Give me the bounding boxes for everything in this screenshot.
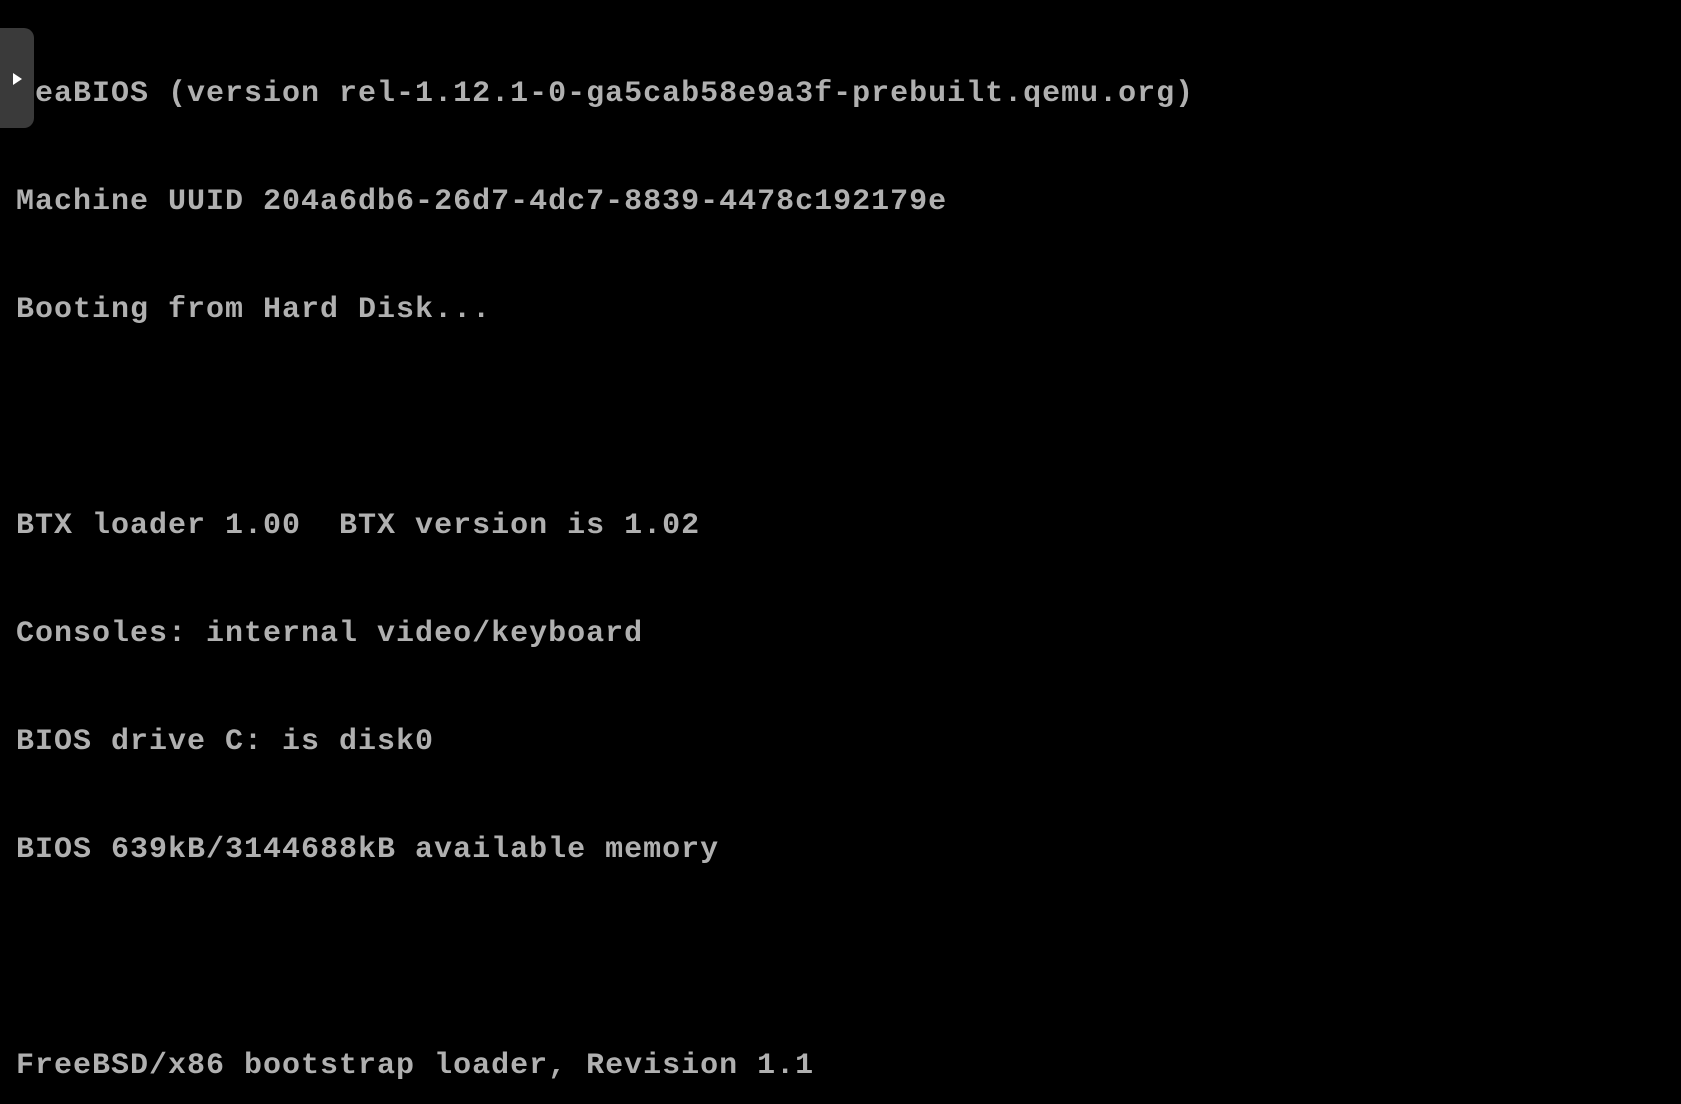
terminal-line: FreeBSD/x86 bootstrap loader, Revision 1… [16, 1048, 1665, 1084]
terminal-line: Booting from Hard Disk... [16, 292, 1665, 328]
terminal-line: Consoles: internal video/keyboard [16, 616, 1665, 652]
terminal-line [16, 400, 1665, 436]
terminal-line: BIOS 639kB/3144688kB available memory [16, 832, 1665, 868]
terminal-line: BIOS drive C: is disk0 [16, 724, 1665, 760]
terminal-line: SeaBIOS (version rel-1.12.1-0-ga5cab58e9… [16, 76, 1665, 112]
terminal-line: BTX loader 1.00 BTX version is 1.02 [16, 508, 1665, 544]
terminal-line: Machine UUID 204a6db6-26d7-4dc7-8839-447… [16, 184, 1665, 220]
play-icon [9, 62, 25, 98]
boot-terminal: SeaBIOS (version rel-1.12.1-0-ga5cab58e9… [0, 0, 1681, 1104]
terminal-line [16, 940, 1665, 976]
expand-panel-button[interactable] [0, 28, 34, 128]
